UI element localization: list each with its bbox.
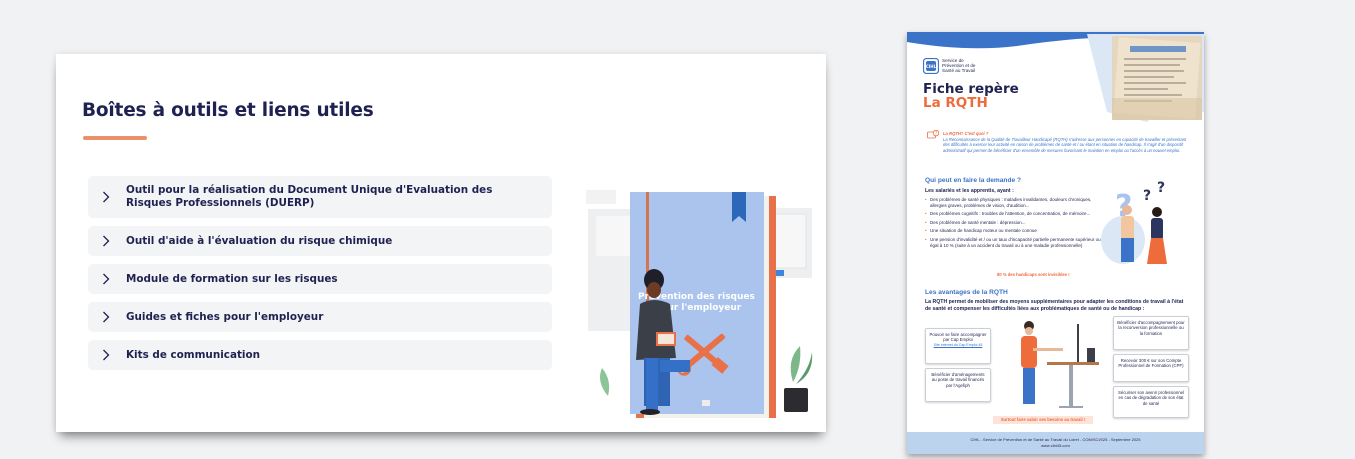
bullet-item: Des problèmes cognitifs : troubles de l'… [925, 211, 1103, 217]
chat-question-icon: ? [927, 130, 939, 139]
advantage-cpf: Recevoir 300 € sur son Compte Profession… [1113, 354, 1189, 382]
slide-title: Boîtes à outils et liens utiles [82, 100, 374, 121]
chevron-right-icon [100, 273, 112, 285]
menu-item-kits-communication[interactable]: Kits de communication [88, 340, 552, 370]
section1-title: Qui peut en faire la demande ? [925, 177, 1021, 184]
menu-item-label: Outil d'aide à l'évaluation du risque ch… [126, 234, 393, 247]
advantage-reconversion: Bénéficier d'accompagnement pour la reco… [1113, 316, 1189, 350]
toolbox-menu: Outil pour la réalisation du Document Un… [88, 176, 552, 378]
advantage-cap-emploi: Pouvoir se faire accompagner par Cap Emp… [925, 328, 991, 364]
advantage-agefiph: Bénéficier d'aménagements au poste de tr… [925, 368, 991, 402]
cihl-logo-icon: CIHL [923, 58, 939, 74]
bullet-item: Des problèmes de santé mentale : dépress… [925, 220, 1103, 226]
section2-title: Les avantages de la RQTH [925, 289, 1008, 296]
prevention-book-illustration: Prévention des risques pour l'employeur [586, 190, 813, 418]
menu-item-duerp[interactable]: Outil pour la réalisation du Document Un… [88, 176, 552, 218]
section2-lead: La RQTH permet de mobiliser des moyens s… [925, 299, 1184, 312]
menu-item-label: Outil pour la réalisation du Document Un… [126, 184, 493, 209]
standing-desk-illustration [1021, 321, 1099, 408]
section1-lead: Les salariés et les apprentis, ayant : [925, 188, 1014, 194]
menu-item-label: Kits de communication [126, 348, 261, 361]
cta-banner: Surtout faire valoir ses besoins au trav… [993, 416, 1093, 424]
chevron-right-icon [100, 191, 112, 203]
chevron-right-icon [100, 235, 112, 247]
intro-text: La Reconnaissance de la Qualité de Trava… [943, 136, 1187, 153]
advantage-text: Pouvoir se faire accompagner par Cap Emp… [929, 332, 987, 343]
menu-item-guides-fiches[interactable]: Guides et fiches pour l'employeur [88, 302, 552, 332]
poster-footer: CIHL - Service de Prévention et de Santé… [907, 432, 1204, 454]
svg-text:?: ? [935, 130, 937, 135]
svg-text:?: ? [1143, 188, 1151, 204]
poster-title: Fiche repère [923, 81, 1019, 97]
menu-item-label: Guides et fiches pour l'employeur [126, 310, 324, 323]
logo-text: Service de Prévention et de Santé au Tra… [942, 58, 976, 73]
svg-text:CIHL: CIHL [926, 64, 937, 69]
bullet-item: Des problèmes de santé physiques : malad… [925, 197, 1103, 208]
chevron-right-icon [100, 311, 112, 323]
cap-emploi-link[interactable]: Site internet du Cap Emploi 45 [929, 343, 987, 348]
advantage-avenir: Sécuriser son avenir professionnel en ca… [1113, 386, 1189, 418]
chevron-right-icon [100, 349, 112, 361]
rqth-fact-sheet: CIHL Service de Prévention et de Santé a… [907, 32, 1204, 454]
menu-item-module-formation[interactable]: Module de formation sur les risques [88, 264, 552, 294]
poster-subtitle: La RQTH [923, 95, 988, 111]
people-question-illustration: ? ? ? [1101, 180, 1167, 264]
toolbox-slide: Boîtes à outils et liens utiles Outil po… [56, 54, 826, 432]
menu-item-label: Module de formation sur les risques [126, 272, 338, 285]
svg-text:?: ? [1157, 180, 1165, 196]
menu-item-risque-chimique[interactable]: Outil d'aide à l'évaluation du risque ch… [88, 226, 552, 256]
document-photo [1112, 36, 1202, 120]
invisible-handicap-highlight: 80 % des handicaps sont invisibles ! [997, 272, 1070, 277]
section1-bullets: Des problèmes de santé physiques : malad… [925, 197, 1103, 251]
bullet-item: Une pension d'invalidité et / ou un taux… [925, 237, 1103, 248]
title-underline [83, 136, 147, 140]
footer-website[interactable]: www.cihl45.com [907, 443, 1204, 449]
bullet-item: Une situation de handicap moteur ou ment… [925, 228, 1103, 234]
